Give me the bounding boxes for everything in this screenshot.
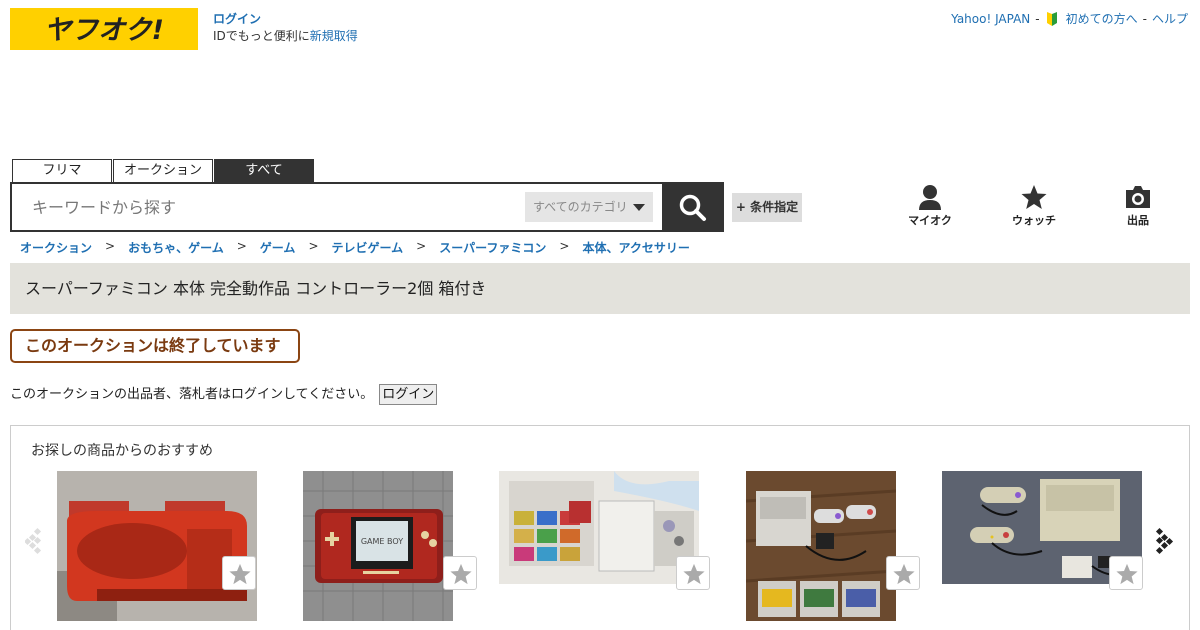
breadcrumb-separator: >	[236, 239, 247, 253]
watch-nav[interactable]: ウォッチ	[1004, 184, 1064, 228]
watch-button[interactable]	[676, 556, 710, 590]
watch-button[interactable]	[443, 556, 477, 590]
search-button[interactable]	[662, 182, 724, 232]
star-icon	[893, 563, 915, 585]
breadcrumb-link[interactable]: オークション	[20, 239, 92, 256]
camera-icon	[1126, 186, 1150, 208]
recommendation-title: お探しの商品からのおすすめ	[31, 443, 213, 459]
tab-all[interactable]: すべて	[214, 159, 314, 182]
myauction-label: マイオク	[908, 214, 952, 227]
breadcrumb-separator: >	[559, 239, 570, 253]
red-console-photo	[57, 471, 257, 621]
star-icon	[450, 563, 472, 585]
login-link[interactable]: ログイン	[213, 11, 358, 28]
beginner-guide-link[interactable]: 初めての方へ	[1066, 10, 1138, 27]
category-select[interactable]: すべてのカテゴリ	[525, 192, 653, 222]
breadcrumb-link[interactable]: おもちゃ、ゲーム	[128, 239, 224, 256]
watch-button[interactable]	[1109, 556, 1143, 590]
sell-nav[interactable]: 出品	[1108, 184, 1168, 228]
carousel-next-icon[interactable]	[1155, 526, 1175, 556]
login-box: ログイン IDでもっと便利に新規取得	[213, 11, 358, 45]
yahoo-japan-link[interactable]: Yahoo! JAPAN	[951, 12, 1030, 26]
auction-ended-badge: このオークションは終了しています	[10, 329, 300, 363]
signup-link[interactable]: 新規取得	[310, 29, 358, 43]
carousel-prev-icon[interactable]	[25, 526, 45, 556]
item-title: スーパーファミコン 本体 完全動作品 コントローラー2個 箱付き	[10, 263, 1190, 314]
notice-login-button[interactable]: ログイン	[379, 384, 438, 405]
breadcrumb-separator: >	[416, 239, 427, 253]
watch-label: ウォッチ	[1012, 214, 1056, 227]
search-tabs: フリマ オークション すべて	[12, 159, 314, 182]
search-input[interactable]	[22, 184, 522, 230]
star-icon	[1116, 563, 1138, 585]
breadcrumb-link[interactable]: ゲーム	[260, 239, 296, 256]
breadcrumb-link[interactable]: 本体、アクセサリー	[582, 239, 689, 256]
login-notice-text: このオークションの出品者、落札者はログインしてください。	[10, 387, 374, 402]
star-icon	[683, 563, 705, 585]
star-icon	[229, 563, 251, 585]
watch-button[interactable]	[886, 556, 920, 590]
search-box: すべてのカテゴリ	[10, 182, 724, 232]
star-icon	[1021, 185, 1047, 209]
svg-text:GAME BOY: GAME BOY	[361, 537, 403, 546]
recommendation-panel: お探しの商品からのおすすめ GAME BOY	[10, 425, 1190, 630]
watch-button[interactable]	[222, 556, 256, 590]
category-select-label: すべてのカテゴリ	[533, 200, 628, 214]
logo-icon: ヤフオク!	[44, 15, 164, 46]
util-separator: -	[1035, 11, 1040, 26]
condition-button[interactable]: + 条件指定	[732, 193, 802, 222]
sell-label: 出品	[1127, 214, 1149, 227]
gameboy-micro-photo: GAME BOY	[303, 471, 453, 621]
login-sub-label: IDでもっと便利に	[213, 29, 310, 43]
breadcrumb-separator: >	[105, 239, 116, 253]
breadcrumb: オークション > おもちゃ、ゲーム > ゲーム > テレビゲーム > スーパーフ…	[20, 239, 690, 256]
utility-nav: Yahoo! JAPAN - 初めての方へ - ヘルプ	[951, 10, 1188, 27]
search-icon	[679, 194, 706, 221]
beginner-mark-icon	[1046, 11, 1057, 26]
tab-furima[interactable]: フリマ	[12, 159, 112, 182]
myauction-nav[interactable]: マイオク	[900, 184, 960, 228]
logo-text: ヤフオク!	[44, 15, 164, 46]
person-icon	[919, 185, 941, 210]
famicom-cartridges-photo	[499, 471, 699, 584]
chevron-down-icon	[633, 204, 645, 211]
yahuoku-logo[interactable]: ヤフオク!	[10, 8, 198, 50]
super-famicom-set-photo	[746, 471, 896, 621]
breadcrumb-separator: >	[308, 239, 319, 253]
help-link[interactable]: ヘルプ	[1152, 10, 1188, 27]
breadcrumb-link[interactable]: スーパーファミコン	[439, 239, 546, 256]
login-notice: このオークションの出品者、落札者はログインしてください。 ログイン	[10, 384, 438, 405]
util-separator: -	[1142, 11, 1147, 26]
login-subtext: IDでもっと便利に新規取得	[213, 29, 358, 43]
breadcrumb-link[interactable]: テレビゲーム	[332, 239, 404, 256]
tab-auction[interactable]: オークション	[113, 159, 213, 182]
